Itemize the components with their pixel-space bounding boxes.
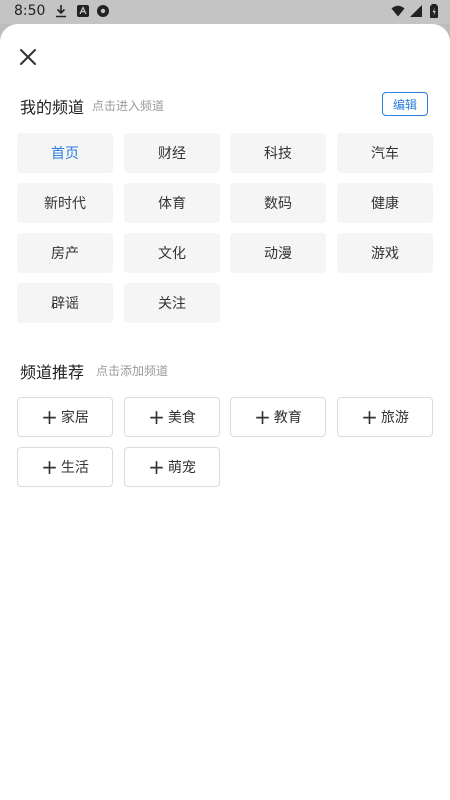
plus-icon: + bbox=[361, 405, 378, 429]
channel-manager-sheet: 我的频道 点击进入频道 编辑 首页 财经 科技 汽车新时代 体育 数码 健康房产 文化 动漫 游戏… bbox=[0, 24, 450, 800]
recommended-channel-label: 教育 bbox=[273, 410, 302, 426]
plus-icon: + bbox=[254, 405, 271, 429]
recommended-channel-label: 旅游 bbox=[380, 410, 409, 426]
channel-tile[interactable]: 文化 bbox=[124, 233, 220, 273]
recommended-channel-tile[interactable]: + 美食 bbox=[124, 397, 220, 437]
record-icon bbox=[97, 5, 109, 17]
channel-tile[interactable]: 房产 bbox=[17, 233, 113, 273]
status-bar: 8:50 bbox=[0, 0, 450, 24]
recommended-channel-tile[interactable]: + 家居 bbox=[17, 397, 113, 437]
channel-tile[interactable]: 数码 bbox=[230, 183, 326, 223]
edit-button[interactable]: 编辑 bbox=[382, 92, 428, 116]
channel-tile[interactable]: 汽车 bbox=[337, 133, 433, 173]
my-channels-title: 我的频道 bbox=[20, 98, 85, 117]
close-icon[interactable] bbox=[15, 44, 41, 70]
channel-tile[interactable]: 关注 bbox=[124, 283, 220, 323]
plus-icon: + bbox=[148, 405, 165, 429]
cell-signal-icon bbox=[410, 5, 422, 17]
recommended-channel-label: 家居 bbox=[60, 410, 89, 426]
channel-tile[interactable]: 辟谣 bbox=[17, 283, 113, 323]
status-time: 8:50 bbox=[14, 3, 46, 19]
channel-tile[interactable]: 游戏 bbox=[337, 233, 433, 273]
channel-tile[interactable]: 财经 bbox=[124, 133, 220, 173]
my-channels-hint: 点击进入频道 bbox=[92, 99, 165, 113]
channel-tile[interactable]: 动漫 bbox=[230, 233, 326, 273]
recommended-channel-label: 生活 bbox=[60, 460, 89, 476]
channel-tile[interactable]: 首页 bbox=[17, 133, 113, 173]
plus-icon: + bbox=[148, 455, 165, 479]
channel-tile[interactable]: 健康 bbox=[337, 183, 433, 223]
plus-icon: + bbox=[41, 455, 58, 479]
channel-tile[interactable]: 科技 bbox=[230, 133, 326, 173]
recommended-channel-tile[interactable]: + 教育 bbox=[230, 397, 326, 437]
channel-tile[interactable]: 体育 bbox=[124, 183, 220, 223]
app-notification-icon bbox=[77, 5, 89, 17]
recommended-channel-tile[interactable]: + 萌宠 bbox=[124, 447, 220, 487]
recommended-hint: 点击添加频道 bbox=[96, 364, 169, 378]
recommended-channel-tile[interactable]: + 旅游 bbox=[337, 397, 433, 437]
recommended-channel-label: 萌宠 bbox=[167, 460, 196, 476]
recommended-channel-label: 美食 bbox=[167, 410, 196, 426]
wifi-icon bbox=[391, 5, 405, 17]
battery-icon bbox=[430, 4, 438, 18]
plus-icon: + bbox=[41, 405, 58, 429]
recommended-title: 频道推荐 bbox=[20, 363, 85, 382]
channel-tile[interactable]: 新时代 bbox=[17, 183, 113, 223]
recommended-channel-tile[interactable]: + 生活 bbox=[17, 447, 113, 487]
download-icon bbox=[56, 5, 66, 18]
